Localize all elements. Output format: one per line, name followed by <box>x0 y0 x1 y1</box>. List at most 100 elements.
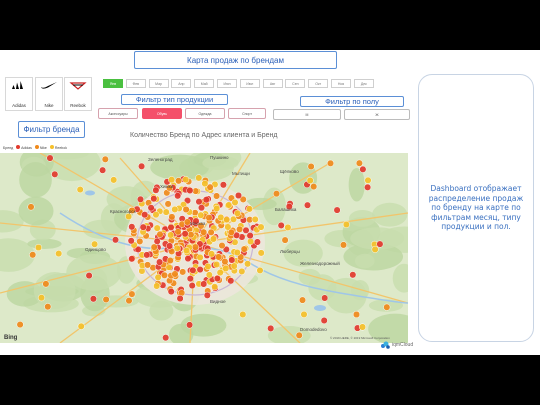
sales-point <box>233 248 241 257</box>
sales-point <box>166 242 174 250</box>
sales-point <box>179 268 187 276</box>
gender-filter-callout: Фильтр по полу <box>300 96 404 107</box>
sales-point <box>42 280 50 288</box>
sales-point <box>204 262 212 270</box>
product-sport-button[interactable]: Спорт <box>228 108 266 119</box>
sales-point <box>298 296 307 304</box>
month-button-7[interactable]: Июл <box>239 79 260 88</box>
sales-point <box>102 295 110 304</box>
sales-point <box>256 266 264 274</box>
product-shoes-label: Обувь <box>156 111 168 116</box>
place-label: Балашиха <box>275 207 297 212</box>
gender-male-button[interactable]: М <box>273 109 341 120</box>
sales-point <box>203 291 211 299</box>
gender-filter-callout-text: Фильтр по полу <box>325 97 379 106</box>
sales-point <box>253 238 261 246</box>
brand-nike-button[interactable]: Nike <box>35 77 63 111</box>
sales-point <box>225 201 233 209</box>
sales-point <box>245 205 254 213</box>
gender-female-button[interactable]: Ж <box>344 109 410 120</box>
sales-point <box>244 260 252 268</box>
sales-point <box>29 251 37 259</box>
footer-logo: iqmCloud <box>380 340 413 350</box>
sales-point <box>218 242 226 250</box>
sales-point <box>150 243 158 251</box>
forest-patch <box>392 263 408 293</box>
sales-point <box>321 294 329 302</box>
sales-point <box>46 154 54 162</box>
sales-point <box>152 186 160 194</box>
month-button-9[interactable]: Сен <box>285 79 306 88</box>
reebok-logo-icon <box>69 82 87 90</box>
sales-point <box>281 236 289 244</box>
sales-point <box>371 245 379 253</box>
sales-point <box>127 237 135 245</box>
place-label: Видное <box>210 299 226 304</box>
month-button-8[interactable]: Авг <box>262 79 283 88</box>
month-button-4[interactable]: Апр <box>171 79 192 88</box>
sales-point <box>156 258 164 266</box>
legend-dot-reebok <box>49 145 54 149</box>
brand-adidas-button[interactable]: Adidas <box>5 77 33 111</box>
forest-patch <box>33 272 76 310</box>
legend-title: Бренд <box>3 145 14 150</box>
sales-point <box>213 204 221 213</box>
sales-point <box>168 213 176 221</box>
sales-point <box>231 198 239 206</box>
sales-point <box>164 200 172 208</box>
sales-point <box>358 323 367 331</box>
sales-point <box>238 267 246 275</box>
sales-point <box>359 165 367 173</box>
place-label: Москва <box>190 221 206 226</box>
sales-point <box>85 272 93 280</box>
sales-point <box>205 214 213 222</box>
sales-point <box>200 280 208 288</box>
forest-patch <box>354 253 375 269</box>
month-button-5[interactable]: Май <box>194 79 215 88</box>
month-button-1[interactable]: Янв <box>103 79 123 88</box>
brand-reebok-button[interactable]: Reebok <box>64 77 92 111</box>
product-shoes-button[interactable]: Обувь <box>142 108 182 119</box>
month-button-2[interactable]: Фев <box>125 79 146 88</box>
sales-point <box>197 204 206 212</box>
sales-point <box>176 294 184 303</box>
sales-point <box>277 221 285 229</box>
product-accessories-button[interactable]: Аксессуары <box>98 108 138 119</box>
sales-point <box>247 237 255 246</box>
sales-point <box>230 262 238 270</box>
sales-point <box>186 321 194 329</box>
map-canvas[interactable]: Зеленоград Пушкино Мытищи Щёлково Химки Балаш… <box>0 153 408 343</box>
month-button-11[interactable]: Ноя <box>331 79 351 88</box>
sales-point <box>246 232 254 240</box>
sales-point <box>167 223 175 231</box>
forest-patch <box>19 161 52 198</box>
sales-point <box>188 282 196 290</box>
sales-point <box>173 244 181 252</box>
place-label: Люберцы <box>280 249 300 254</box>
gender-male-label: М <box>305 112 309 117</box>
sales-point <box>257 223 265 231</box>
sales-point <box>182 176 190 184</box>
sales-point <box>195 174 203 182</box>
sales-point <box>77 322 85 330</box>
product-clothes-button[interactable]: Одежда <box>185 108 225 119</box>
sales-point <box>110 176 118 184</box>
sales-point <box>153 224 161 232</box>
sales-point <box>217 213 225 221</box>
month-button-6[interactable]: Июн <box>217 79 237 88</box>
sales-point <box>128 255 136 263</box>
month-button-3[interactable]: Мар <box>148 79 169 88</box>
month-button-12[interactable]: Дек <box>353 79 374 88</box>
nike-logo-icon <box>41 82 57 89</box>
sales-point <box>196 266 204 274</box>
product-sport-label: Спорт <box>242 111 252 116</box>
sales-point <box>101 155 109 163</box>
sales-point <box>167 231 175 239</box>
sales-point <box>257 249 265 257</box>
lake <box>314 305 326 311</box>
sales-point <box>162 334 170 342</box>
month-button-10[interactable]: Окт <box>308 79 329 88</box>
legend-label-nike: Nike <box>39 146 47 150</box>
sales-point <box>153 282 161 290</box>
sales-map[interactable]: Зеленоград Пушкино Мытищи Щёлково Химки Балаш… <box>0 153 408 343</box>
